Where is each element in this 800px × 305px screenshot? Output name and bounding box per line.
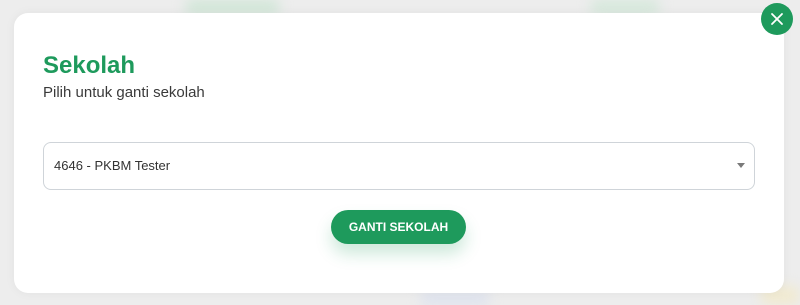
close-icon: [771, 13, 783, 25]
caret-down-icon: [737, 163, 745, 168]
school-select-value: 4646 - PKBM Tester: [54, 158, 171, 173]
school-select[interactable]: 4646 - PKBM Tester: [43, 142, 755, 190]
change-school-button[interactable]: GANTI SEKOLAH: [331, 210, 466, 244]
modal-subtitle: Pilih untuk ganti sekolah: [43, 84, 205, 101]
background-blur-shape: [420, 292, 490, 305]
background-blur-shape: [185, 0, 280, 14]
change-school-modal: Sekolah Pilih untuk ganti sekolah 4646 -…: [14, 13, 784, 293]
modal-title: Sekolah: [43, 52, 136, 79]
close-modal-button[interactable]: [761, 3, 793, 35]
background-blur-shape: [590, 0, 660, 14]
